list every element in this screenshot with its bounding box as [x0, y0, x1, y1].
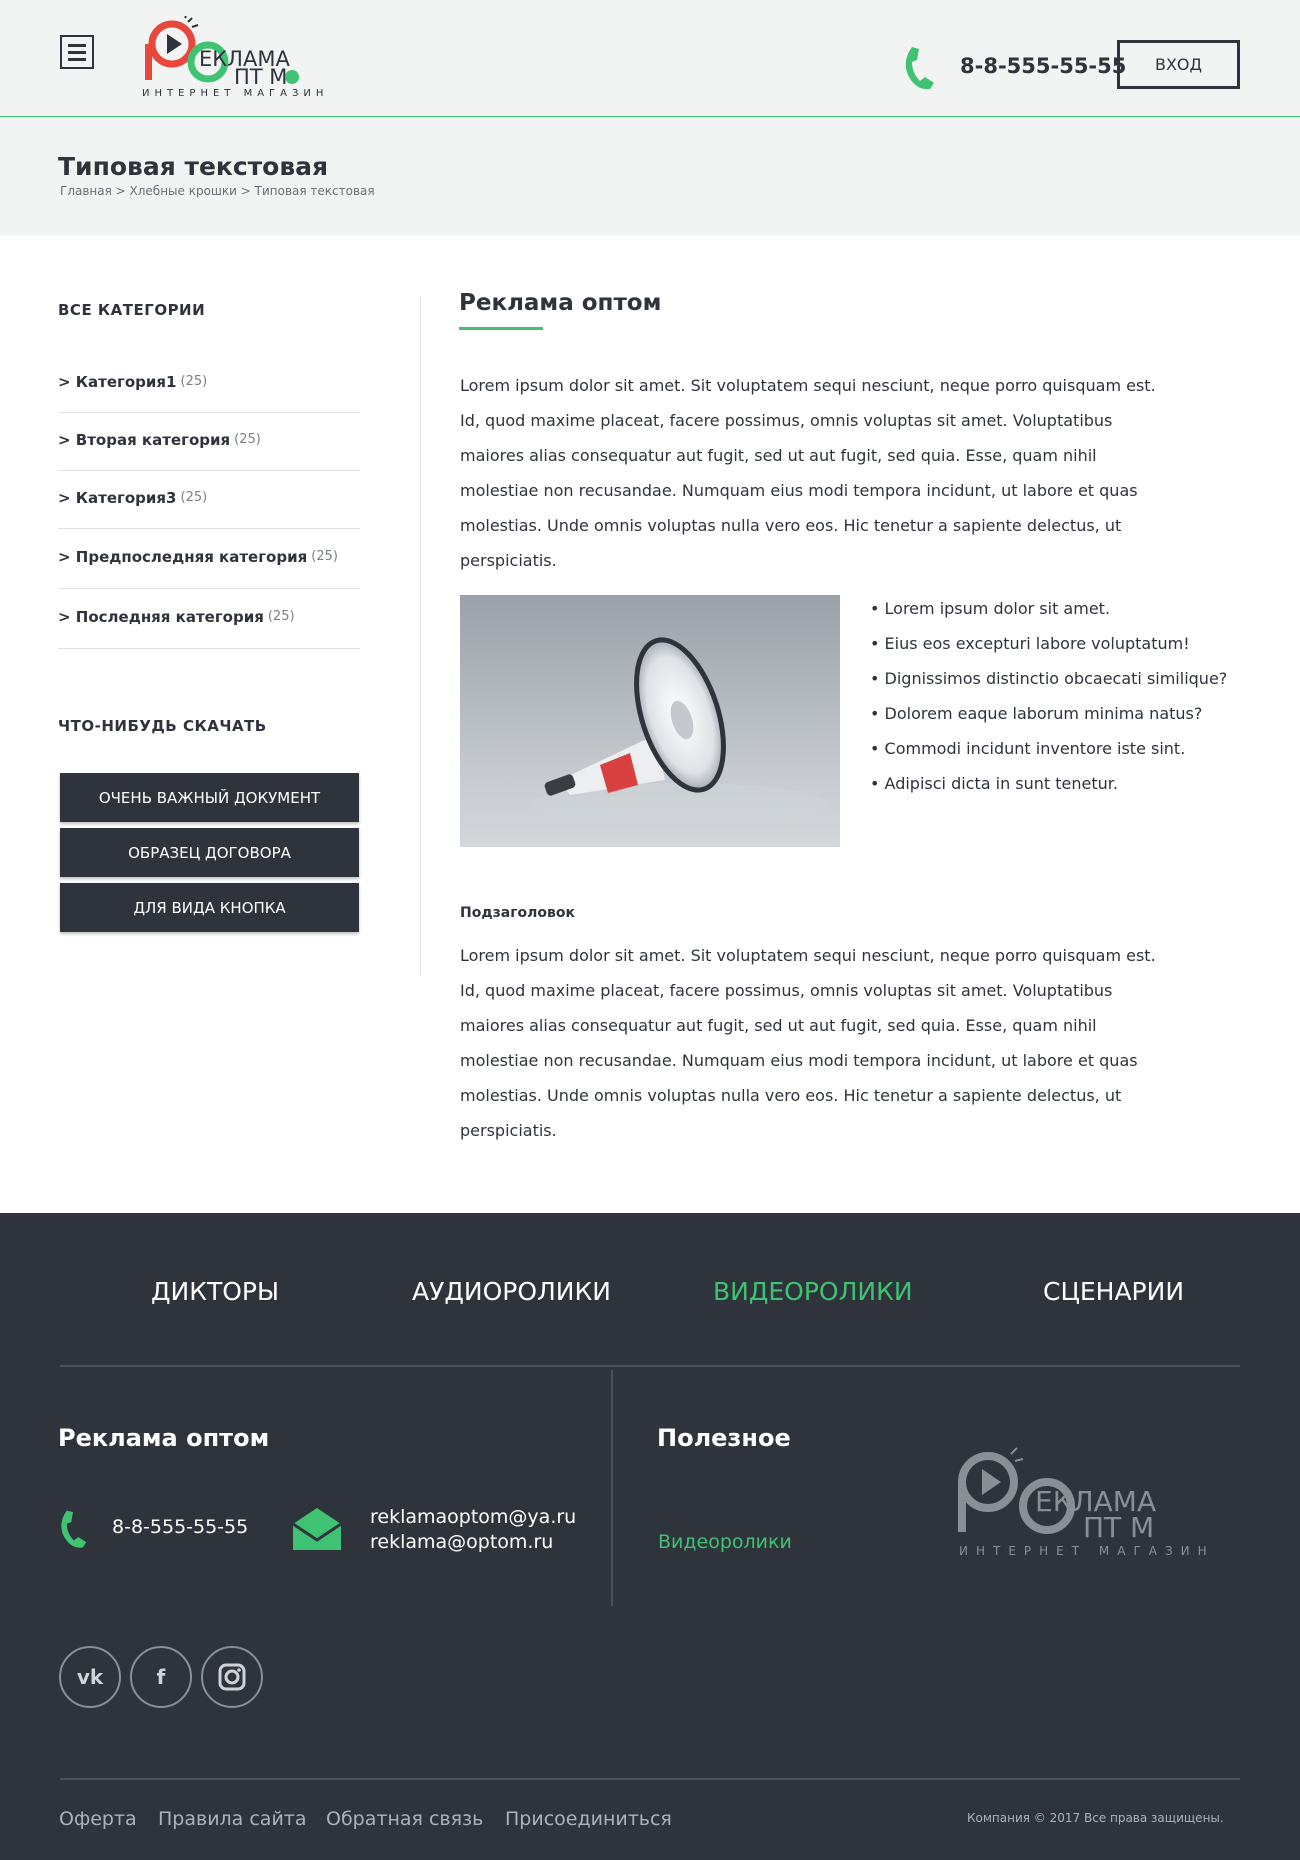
footer-company-title: Реклама оптом: [58, 1424, 270, 1452]
category-count: (25): [311, 549, 338, 564]
megaphone-icon: [530, 637, 830, 827]
login-button[interactable]: Вход: [1117, 40, 1240, 89]
category-count: (25): [234, 432, 261, 447]
footer-divider-vertical: [611, 1370, 613, 1606]
copyright: Компания © 2017 Все права защищены.: [967, 1811, 1224, 1825]
logo-bottom-text: ПТ М: [234, 65, 287, 88]
category-count: (25): [180, 490, 208, 505]
footer-email-1[interactable]: reklamaoptom@ya.ru: [370, 1505, 576, 1530]
footer-link-join[interactable]: Присоединиться: [505, 1808, 672, 1830]
download-button-important-doc[interactable]: Очень важный документ: [60, 773, 359, 822]
footer-link-contacts[interactable]: Контакты: [658, 1630, 792, 1655]
footer-logo-subtitle: ИНТЕРНЕТ МАГАЗИН: [959, 1544, 1215, 1558]
instagram-icon[interactable]: [201, 1646, 263, 1708]
category-item[interactable]: > Категория1 (25): [58, 355, 360, 413]
category-label: > Вторая категория: [58, 430, 231, 449]
category-label: > Последняя категория: [58, 607, 264, 626]
breadcrumb: Главная > Хлебные крошки > Типовая текст…: [60, 184, 375, 198]
category-item[interactable]: > Вторая категория (25): [58, 413, 360, 471]
header: ЕКЛАМА ПТ М ИНТЕРНЕТ МАГАЗИН 8-8-555-55-…: [0, 0, 1300, 117]
category-label: > Предпоследняя категория: [58, 547, 308, 566]
breadcrumb-home[interactable]: Главная: [60, 184, 112, 198]
category-label: > Категория1: [58, 372, 177, 391]
footer-emails: reklamaoptom@ya.ru reklama@optom.ru: [370, 1505, 576, 1555]
footer-divider-top: [60, 1365, 1240, 1367]
megaphone-image: [460, 595, 840, 847]
category-item[interactable]: > Последняя категория (25): [58, 589, 360, 649]
download-title: Что-нибудь скачать: [58, 717, 267, 735]
category-count: (25): [267, 609, 295, 624]
logo-subtitle: ИНТЕРНЕТ МАГАЗИН: [142, 88, 329, 99]
footer-divider-bottom: [60, 1778, 1240, 1780]
header-phone[interactable]: 8-8-555-55-55: [960, 54, 1126, 78]
category-item[interactable]: > Предпоследняя категория (25): [58, 529, 360, 589]
logo[interactable]: ЕКЛАМА ПТ М ИНТЕРНЕТ МАГАЗИН: [142, 15, 332, 100]
phone-icon: [61, 1510, 87, 1548]
instagram-glyph: [218, 1663, 246, 1691]
footer-nav-audio[interactable]: Аудиоролики: [412, 1277, 611, 1306]
list-item: Adipisci dicta in sunt tenetur.: [870, 766, 1227, 801]
footer-nav-scripts[interactable]: Сценарии: [1043, 1277, 1184, 1306]
category-label: > Категория3: [58, 488, 177, 507]
list-item: Dignissimos distinctio obcaecati similiq…: [870, 661, 1228, 696]
vk-icon[interactable]: vk: [59, 1646, 121, 1708]
list-item: Dolorem eaque laborum minima natus?: [870, 696, 1227, 731]
page-title: Типовая текстовая: [58, 152, 329, 181]
facebook-icon[interactable]: f: [130, 1646, 192, 1708]
footer-phone[interactable]: 8-8-555-55-55: [112, 1516, 248, 1538]
bullet-list: Lorem ipsum dolor sit amet. Eius eos exc…: [870, 591, 1228, 801]
article-paragraph: Lorem ipsum dolor sit amet. Sit voluptat…: [460, 376, 1156, 570]
footer-useful-links: Дикторы Видеоролики Аудиоролики Сценарии…: [658, 1505, 792, 1655]
footer-nav-video[interactable]: Видеоролики: [713, 1277, 913, 1306]
breadcrumb-middle[interactable]: Хлебные крошки: [130, 184, 237, 198]
footer-link-price[interactable]: Прайс: [658, 1605, 792, 1630]
download-button-extra[interactable]: Для вида кнопка: [60, 883, 359, 932]
article-title: Реклама оптом: [459, 290, 662, 316]
footer-link-offer[interactable]: Оферта: [59, 1808, 137, 1830]
footer-nav-announcers[interactable]: Дикторы: [151, 1277, 279, 1306]
list-item: Lorem ipsum dolor sit amet.: [870, 591, 1227, 626]
download-button-contract[interactable]: Образец договора: [60, 828, 359, 877]
list-item: Commodi incidunt inventore iste sint.: [870, 731, 1227, 766]
footer-logo-bottom: ПТ М: [1083, 1511, 1154, 1544]
envelope-icon: [293, 1508, 341, 1550]
article-paragraph-2: Lorem ipsum dolor sit amet. Sit voluptat…: [460, 946, 1156, 1140]
subheading: Подзаголовок: [460, 905, 576, 921]
title-underline: [459, 327, 543, 330]
footer-useful-title: Полезное: [657, 1424, 791, 1452]
footer-link-scripts[interactable]: Сценарии: [658, 1580, 792, 1605]
sidebar-divider: [420, 296, 421, 976]
logo-mark: ЕКЛАМА ПТ М: [145, 15, 299, 89]
footer-link-audio[interactable]: Аудиоролики: [658, 1555, 792, 1580]
footer-email-2[interactable]: reklama@optom.ru: [370, 1530, 576, 1555]
footer-logo-mark: ЕКЛАМА ПТ М: [958, 1447, 1156, 1544]
menu-icon[interactable]: [60, 35, 94, 69]
category-list: > Категория1 (25) > Вторая категория (25) …: [58, 355, 360, 649]
footer-link-rules[interactable]: Правила сайта: [158, 1808, 307, 1830]
footer-link-feedback[interactable]: Обратная связь: [326, 1808, 483, 1830]
footer-link-video[interactable]: Видеоролики: [658, 1530, 792, 1555]
phone-icon: [905, 47, 934, 90]
breadcrumb-current: Типовая текстовая: [254, 184, 375, 198]
footer-link-announcers[interactable]: Дикторы: [658, 1505, 792, 1530]
footer-logo[interactable]: ЕКЛАМА ПТ М ИНТЕРНЕТ МАГАЗИН: [955, 1444, 1217, 1564]
list-item: Eius eos excepturi labore voluptatum!: [870, 626, 1227, 661]
category-count: (25): [180, 374, 208, 389]
category-item[interactable]: > Категория3 (25): [58, 471, 360, 529]
categories-title: Все категории: [58, 301, 206, 319]
